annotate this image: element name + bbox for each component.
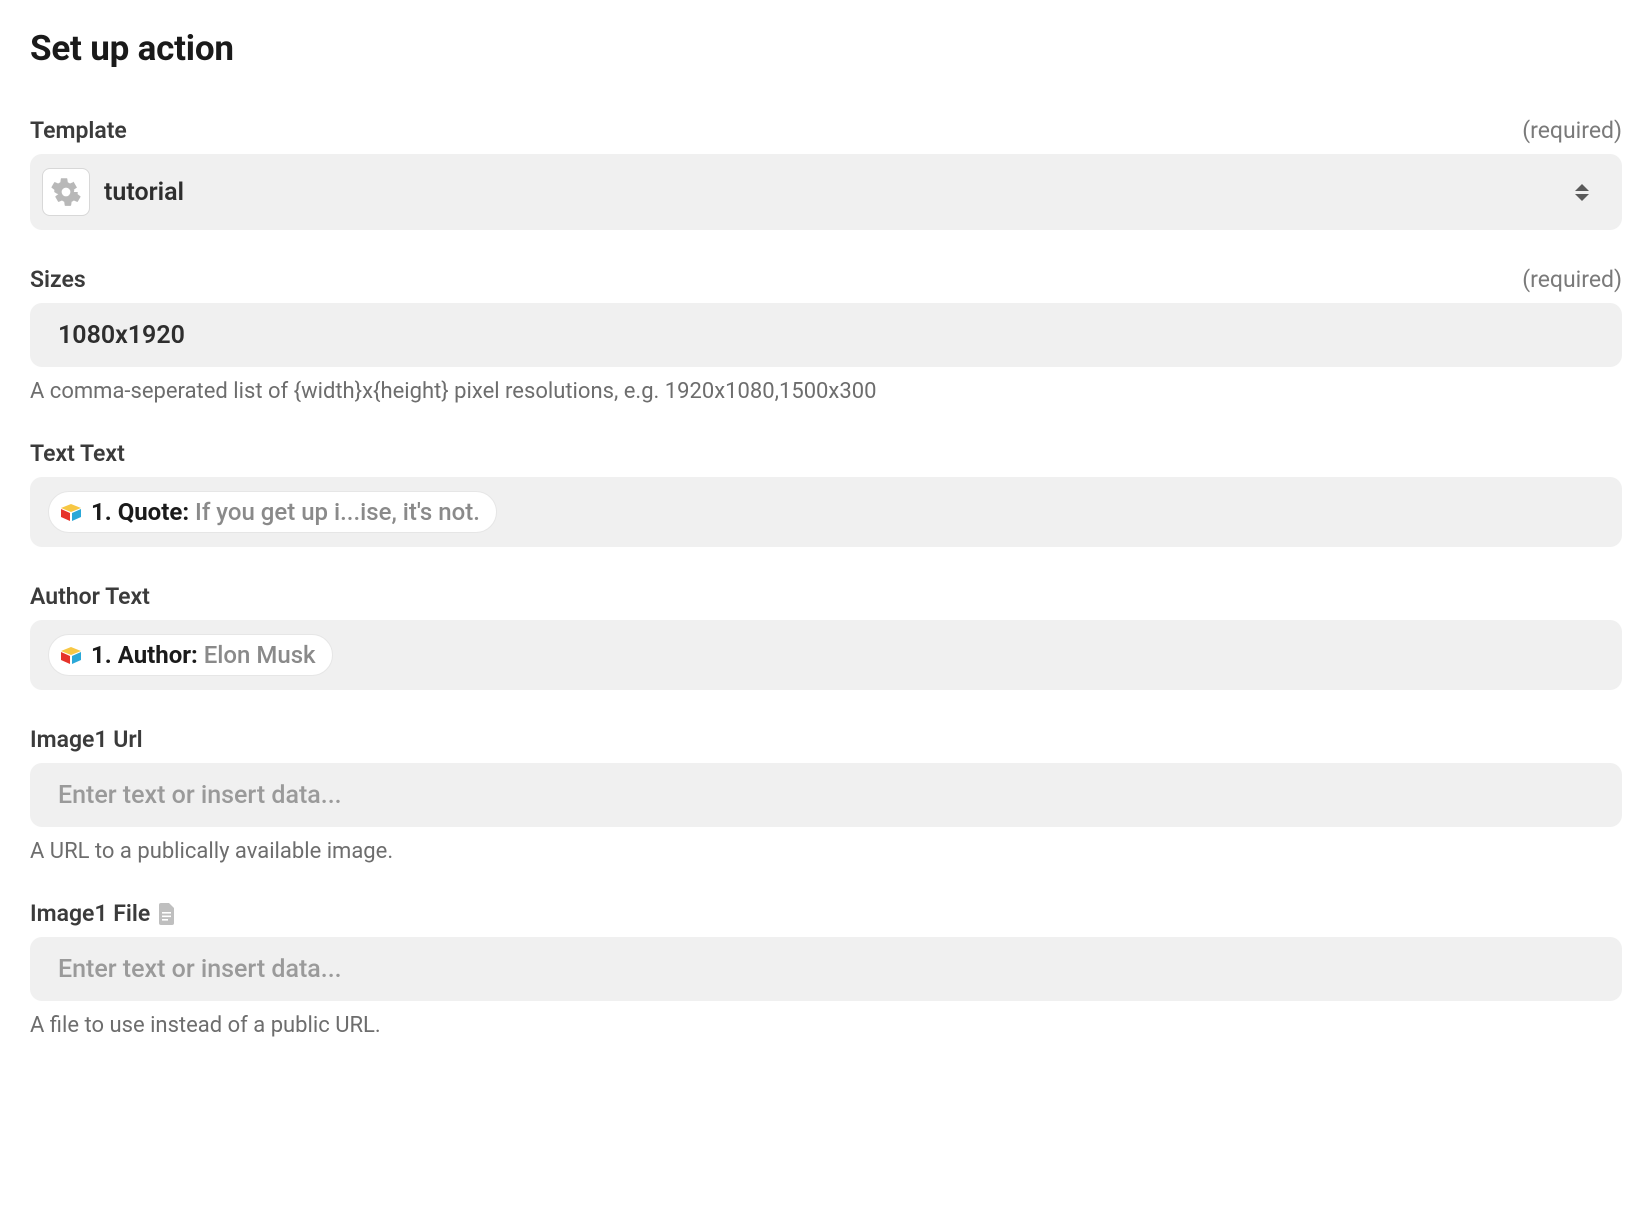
sizes-help: A comma-seperated list of {width}x{heigh… — [30, 379, 1622, 404]
author-text-label: Author Text — [30, 583, 150, 610]
field-text-text: Text Text 1. Quote: If you get up i...is… — [30, 440, 1622, 547]
template-label: Template — [30, 117, 127, 144]
sizes-label: Sizes — [30, 266, 86, 293]
field-header: Author Text — [30, 583, 1622, 610]
pill-label: 1. Author: — [91, 641, 198, 669]
field-header: Image1 Url — [30, 726, 1622, 753]
image1-file-placeholder: Enter text or insert data... — [48, 955, 342, 984]
image1-url-label: Image1 Url — [30, 726, 143, 753]
sizes-value: 1080x1920 — [48, 321, 185, 350]
field-sizes: Sizes (required) 1080x1920 A comma-seper… — [30, 266, 1622, 404]
image1-url-input[interactable]: Enter text or insert data... — [30, 763, 1622, 827]
airtable-icon — [59, 500, 83, 524]
text-text-input[interactable]: 1. Quote: If you get up i...ise, it's no… — [30, 477, 1622, 547]
file-icon — [158, 903, 176, 925]
required-tag: (required) — [1522, 266, 1622, 293]
field-header: Text Text — [30, 440, 1622, 467]
text-text-label: Text Text — [30, 440, 125, 467]
select-caret-icon — [1570, 178, 1594, 206]
page-title: Set up action — [30, 28, 1622, 69]
template-app-icon — [42, 168, 90, 216]
airtable-icon — [59, 643, 83, 667]
field-image1-file: Image1 File Enter text or insert data...… — [30, 900, 1622, 1038]
field-header: Image1 File — [30, 900, 1622, 927]
template-select[interactable]: tutorial — [30, 154, 1622, 230]
field-header: Sizes (required) — [30, 266, 1622, 293]
sizes-input[interactable]: 1080x1920 — [30, 303, 1622, 367]
field-image1-url: Image1 Url Enter text or insert data... … — [30, 726, 1622, 864]
pill-value: Elon Musk — [204, 641, 316, 669]
pill-value: If you get up i...ise, it's not. — [195, 498, 480, 526]
gear-icon — [51, 177, 81, 207]
field-template: Template (required) tutorial — [30, 117, 1622, 230]
image1-url-help: A URL to a publically available image. — [30, 839, 1622, 864]
pill-label: 1. Quote: — [91, 498, 189, 526]
field-header: Template (required) — [30, 117, 1622, 144]
author-text-pill[interactable]: 1. Author: Elon Musk — [48, 634, 333, 676]
image1-file-label-text: Image1 File — [30, 900, 150, 927]
field-author-text: Author Text 1. Author: Elon Musk — [30, 583, 1622, 690]
image1-file-input[interactable]: Enter text or insert data... — [30, 937, 1622, 1001]
author-text-input[interactable]: 1. Author: Elon Musk — [30, 620, 1622, 690]
image1-url-placeholder: Enter text or insert data... — [48, 781, 342, 810]
required-tag: (required) — [1522, 117, 1622, 144]
text-text-pill[interactable]: 1. Quote: If you get up i...ise, it's no… — [48, 491, 497, 533]
template-value: tutorial — [104, 178, 1570, 207]
image1-file-help: A file to use instead of a public URL. — [30, 1013, 1622, 1038]
image1-file-label: Image1 File — [30, 900, 176, 927]
